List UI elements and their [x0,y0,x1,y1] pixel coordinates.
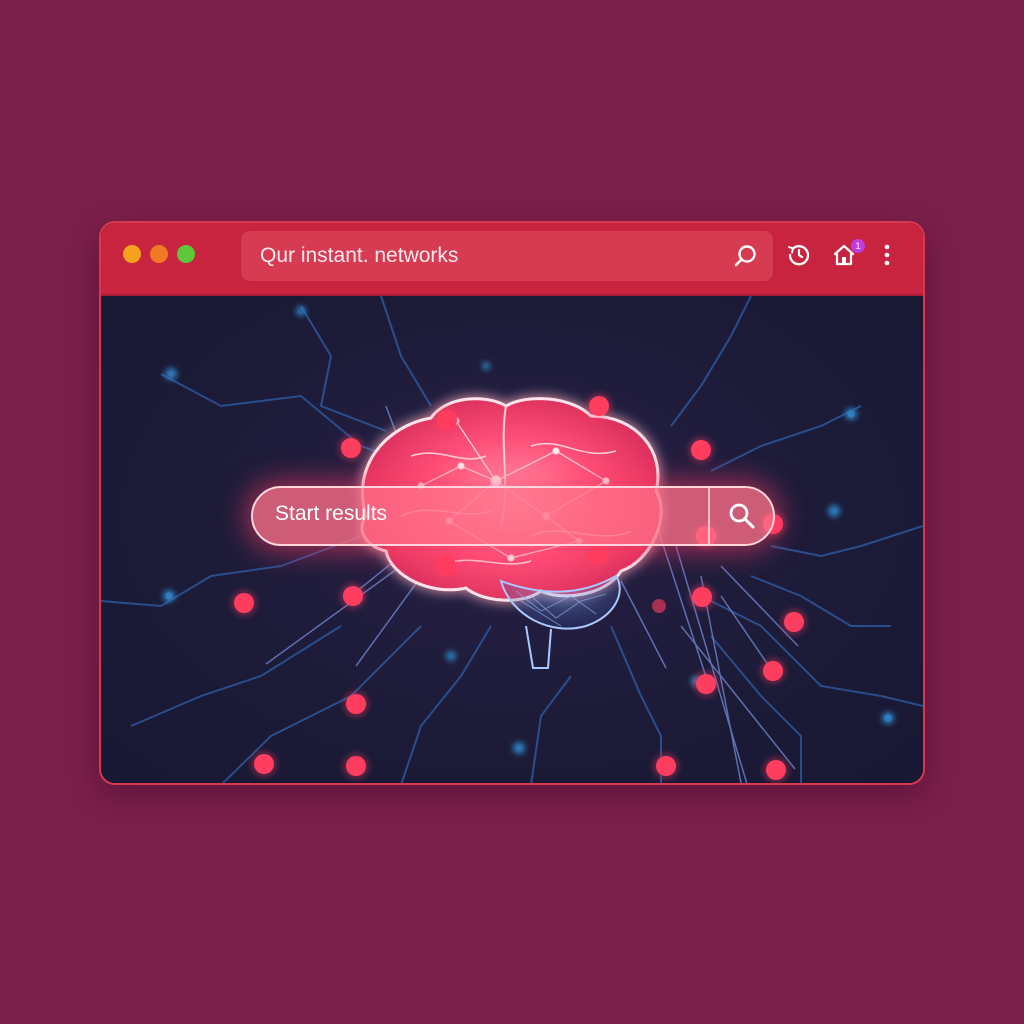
notification-badge[interactable]: 1 [851,239,865,253]
browser-window: Qur instant. networks 1 [99,221,925,785]
search-box[interactable] [251,486,775,546]
more-menu-icon[interactable] [876,242,898,268]
close-dot[interactable] [123,245,141,263]
minimize-dot[interactable] [150,245,168,263]
title-bar: Qur instant. networks 1 [101,223,923,296]
content-area [101,296,923,783]
search-icon[interactable] [733,243,759,269]
search-button[interactable] [710,488,775,544]
address-bar[interactable]: Qur instant. networks [241,231,773,281]
maximize-dot[interactable] [177,245,195,263]
search-input[interactable] [273,501,697,527]
history-icon[interactable] [786,242,812,268]
address-text[interactable]: Qur instant. networks [260,244,458,268]
search-icon[interactable] [728,502,756,530]
